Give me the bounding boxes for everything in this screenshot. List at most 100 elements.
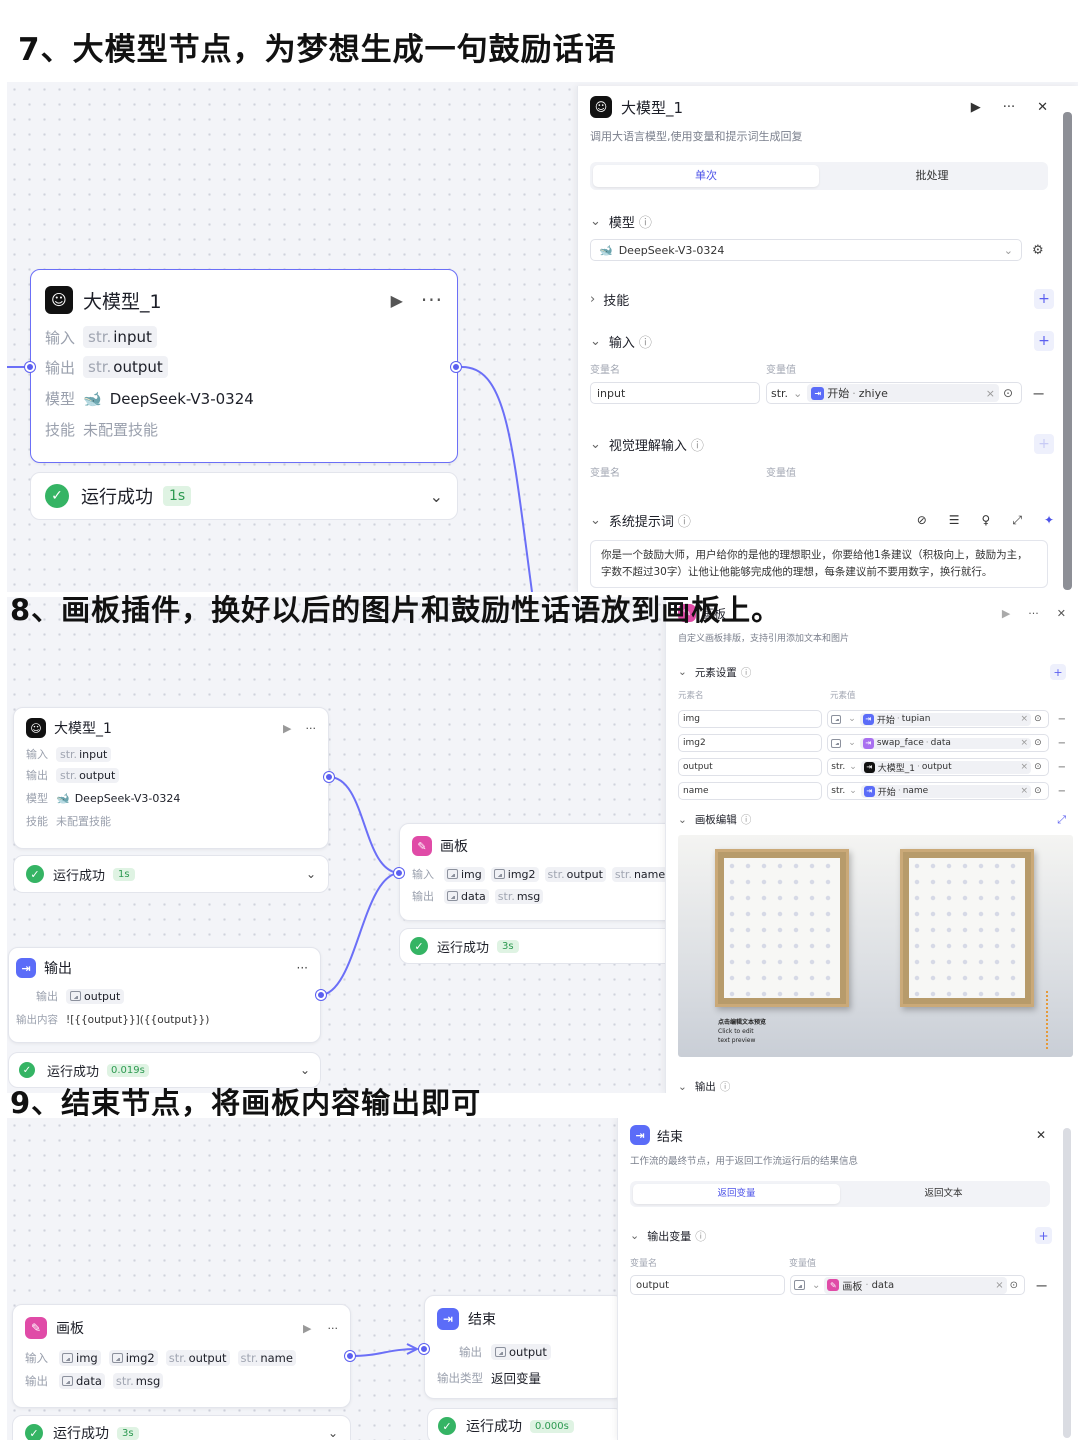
output-section[interactable]: ⌄ 输出 ⓘ — [666, 1057, 1078, 1094]
library-icon[interactable]: ☰ — [949, 513, 960, 528]
board-run-status[interactable]: ✓ 运行成功 3s ⌄ — [12, 1415, 351, 1440]
image-type-icon[interactable] — [831, 738, 842, 748]
input-var-value-field[interactable]: str. ⌄ ⇥ 开始 · zhiye × ⊙ — [766, 382, 1022, 404]
panel-close-icon[interactable]: ✕ — [1037, 100, 1048, 115]
panel-scrollbar[interactable] — [1063, 1128, 1071, 1438]
board-run-status[interactable]: ✓ 运行成功 3s — [399, 928, 689, 964]
tab-return-text[interactable]: 返回文本 — [840, 1184, 1047, 1204]
more-icon[interactable]: ··· — [421, 288, 443, 312]
type-selector[interactable]: str. — [831, 786, 845, 796]
type-selector[interactable]: str. — [771, 387, 788, 400]
add-output-var-button[interactable]: + — [1035, 1227, 1052, 1244]
chevron-down-icon[interactable]: ⌄ — [430, 487, 443, 506]
board-canvas-preview[interactable]: 点击编辑文本预览 Click to edit text preview — [678, 835, 1073, 1057]
board-node[interactable]: ✎ 画板 输入 img img2 str. output str. name 输出 … — [399, 823, 689, 921]
add-skill-button[interactable]: + — [1034, 289, 1054, 309]
canvas-step8[interactable]: ☺ 大模型_1 ▶ ··· 输入 str. input 输出 str. output… — [7, 597, 1078, 1093]
canvas-step9[interactable]: ✎ 画板 ▶ ··· 输入 img img2 str. output str. na… — [7, 1118, 1078, 1440]
elements-section[interactable]: ⌄ 元素设置 ⓘ + — [666, 644, 1078, 680]
end-node[interactable]: ⇥ 结束 输出 output 输出类型 返回变量 — [424, 1295, 624, 1399]
board-node[interactable]: ✎ 画板 ▶ ··· 输入 img img2 str. output str. na… — [12, 1304, 351, 1408]
skills-section[interactable]: › 技能 + — [578, 261, 1078, 309]
ref-chip[interactable]: ⇥ swap_face · data × — [859, 737, 1032, 749]
remove-row-icon[interactable]: − — [1058, 738, 1066, 749]
element-name-field[interactable]: img2 — [678, 734, 823, 752]
chevron-down-icon[interactable]: ⌄ — [300, 1063, 310, 1077]
ref-chip[interactable]: ⇥ 开始 · tupian × — [859, 712, 1032, 726]
board-edit-section[interactable]: ⌄ 画板编辑 ⓘ ⤢ — [666, 800, 1078, 827]
text-preview-box[interactable]: 点击编辑文本预览 Click to edit text preview — [718, 1018, 766, 1045]
panel-more-icon[interactable]: ··· — [1028, 607, 1039, 620]
output-var-name-field[interactable]: output — [630, 1275, 785, 1295]
panel-run-icon[interactable]: ▶ — [1002, 607, 1010, 620]
ref-settings-icon[interactable]: ⊙ — [1034, 762, 1042, 772]
element-value-field[interactable]: ⌄ ⇥ 开始 · tupian × ⊙ — [827, 710, 1049, 728]
add-vision-button[interactable]: + — [1034, 434, 1054, 454]
element-name-field[interactable]: img — [678, 710, 823, 728]
element-name-field[interactable]: output — [678, 758, 823, 776]
vertical-text-element[interactable] — [1046, 991, 1052, 1049]
clear-icon[interactable]: × — [986, 387, 995, 400]
panel-more-icon[interactable]: ··· — [1003, 100, 1015, 115]
llm-run-status[interactable]: ✓ 运行成功 1s ⌄ — [13, 855, 329, 893]
more-icon[interactable]: ··· — [297, 961, 308, 975]
board-output-port[interactable] — [345, 1351, 355, 1361]
run-icon[interactable]: ▶ — [391, 291, 403, 310]
element-name-field[interactable]: name — [678, 782, 823, 800]
expand-icon[interactable]: ⤢ — [1012, 513, 1022, 528]
more-icon[interactable]: ··· — [328, 1322, 339, 1335]
llm-node[interactable]: ☺ 大模型_1 ▶ ··· 输入 str. input 输出 str. output… — [13, 707, 329, 849]
run-icon[interactable]: ▶ — [283, 722, 291, 735]
add-element-button[interactable]: + — [1050, 664, 1066, 680]
more-icon[interactable]: ··· — [306, 722, 317, 735]
input-var-name-field[interactable]: input — [590, 382, 760, 404]
tab-batch[interactable]: 批处理 — [819, 165, 1045, 187]
ref-settings-icon[interactable]: ⊙ — [1034, 786, 1042, 796]
llm-output-port[interactable] — [324, 772, 334, 782]
image-type-icon[interactable] — [794, 1280, 805, 1290]
ref-settings-icon[interactable]: ⊙ — [1034, 714, 1042, 724]
remove-row-icon[interactable]: − — [1035, 1276, 1048, 1295]
ref-chip[interactable]: ⇥ 大模型_1 · output × — [860, 760, 1032, 774]
remove-row-icon[interactable]: − — [1058, 786, 1066, 797]
ref-chip[interactable]: ✎ 画板 · data × — [824, 1276, 1007, 1294]
model-settings-gear-icon[interactable]: ⚙ — [1032, 243, 1044, 258]
image-type-icon[interactable] — [831, 714, 842, 724]
remove-row-icon[interactable]: − — [1058, 714, 1066, 725]
panel-close-icon[interactable]: ✕ — [1057, 607, 1066, 620]
compass-icon[interactable]: ⊘ — [917, 513, 927, 528]
end-run-status[interactable]: ✓ 运行成功 0.000s — [427, 1408, 624, 1440]
run-icon[interactable]: ▶ — [303, 1322, 311, 1335]
expand-icon[interactable]: ⤢ — [1057, 813, 1066, 827]
system-prompt-editor[interactable]: 你是一个鼓励大师，用户给你的是他的理想职业，你要给他1条建议（积极向上，鼓励为主… — [590, 540, 1048, 588]
tab-return-variable[interactable]: 返回变量 — [633, 1184, 840, 1204]
ref-settings-icon[interactable]: ⊙ — [1010, 1280, 1018, 1291]
chevron-down-icon[interactable]: ⌄ — [306, 867, 316, 881]
input-section[interactable]: ⌄ 输入 ⓘ + — [578, 309, 1078, 351]
panel-run-icon[interactable]: ▶ — [971, 100, 981, 115]
vision-section[interactable]: ⌄ 视觉理解输入 ⓘ + — [578, 404, 1078, 454]
type-selector[interactable]: str. — [831, 762, 845, 772]
llm-node[interactable]: ☺ 大模型_1 ▶ ··· 输入 str. input 输出 str. output… — [30, 269, 458, 463]
panel-close-icon[interactable]: ✕ — [1036, 1128, 1066, 1142]
clear-icon[interactable]: × — [1021, 786, 1029, 796]
board-input-port[interactable] — [394, 868, 404, 878]
tab-single[interactable]: 单次 — [593, 165, 819, 187]
llm-output-port[interactable] — [451, 362, 461, 372]
output-node[interactable]: ⇥ 输出 ··· 输出 output 输出内容 ![{{output}}]({{… — [8, 947, 321, 1043]
system-prompt-section[interactable]: ⌄ 系统提示词 ⓘ ⊘ ☰ ♀ ⤢ ✦ — [578, 479, 1078, 530]
element-value-field[interactable]: str. ⌄ ⇥ 大模型_1 · output × ⊙ — [827, 758, 1049, 776]
remove-row-icon[interactable]: − — [1058, 762, 1066, 773]
canvas-step7[interactable]: ☺ 大模型_1 ▶ ··· 输入 str. input 输出 str. output… — [7, 82, 1078, 592]
add-input-button[interactable]: + — [1034, 331, 1054, 351]
model-section[interactable]: ⌄ 模型 ⓘ — [578, 190, 1078, 231]
element-value-field[interactable]: str. ⌄ ⇥ 开始 · name × ⊙ — [827, 782, 1049, 800]
ref-settings-icon[interactable]: ⊙ — [1034, 738, 1042, 748]
output-vars-section[interactable]: ⌄ 输出变量 ⓘ + — [618, 1207, 1078, 1244]
clear-icon[interactable]: × — [1021, 738, 1029, 748]
llm-run-status[interactable]: ✓ 运行成功 1s ⌄ — [30, 472, 458, 520]
panel-scrollbar[interactable] — [1063, 112, 1072, 590]
ref-chip[interactable]: ⇥ 开始 · name × — [860, 784, 1032, 798]
clear-icon[interactable]: × — [1021, 714, 1029, 724]
remove-row-icon[interactable]: − — [1032, 384, 1045, 403]
